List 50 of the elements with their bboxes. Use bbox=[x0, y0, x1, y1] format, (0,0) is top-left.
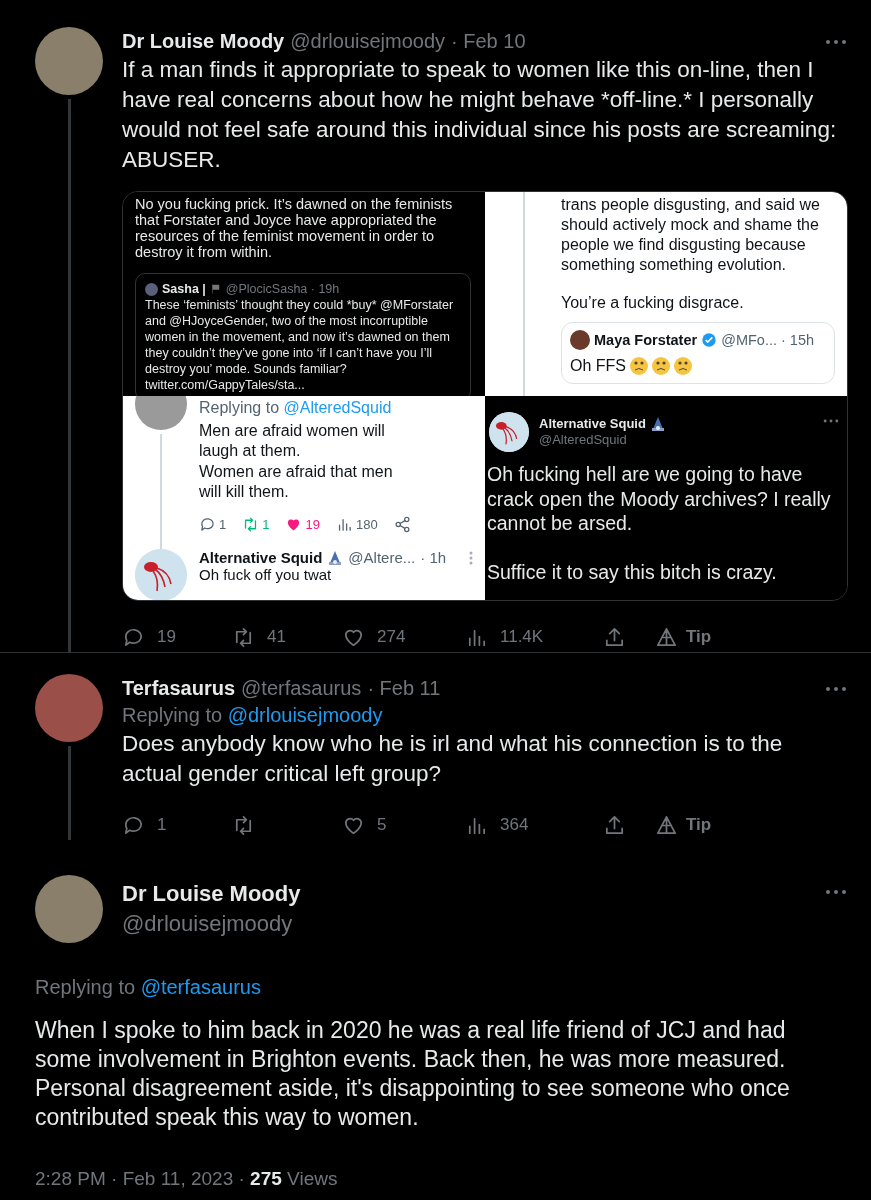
quoted-post-text: These ‘feminists’ thought they could *buy* @MForstater and @HJoyceGender, two of the most incorruptible women in the movement, and now it’s dawned on them they couldn’t they’ve gone into ‘if I can’t have you I’ll destroy you’ mode. Sounds familiar? twitter.com/GappyTales/sta... bbox=[145, 297, 455, 393]
user-name: Alternative Squid bbox=[539, 416, 646, 432]
mention-link[interactable]: @terfasaurus bbox=[140, 976, 261, 998]
user-handle: @AlteredSquid bbox=[539, 432, 628, 448]
post-text: Does anybody know who he is irl and what his connection is to the actual gender critical left group? bbox=[122, 730, 784, 788]
replying-line: Replying to @terfasaurus bbox=[35, 976, 262, 999]
tip-button[interactable]: Tip bbox=[655, 625, 735, 649]
post-text: Men are afraid women will laugh at them. Women are afraid that men will kill them. bbox=[199, 420, 394, 502]
user-handle: @PlocicSasha · 19h bbox=[225, 281, 340, 297]
user-name: Sasha | bbox=[162, 281, 206, 297]
user-handle: @MFo... bbox=[721, 331, 777, 350]
user-handle: @terfasaurus bbox=[241, 677, 362, 700]
retweet-button[interactable]: 41 bbox=[232, 625, 342, 649]
post-text: If a man finds it appropriate to speak to women like this on-line, then I have real concerns about how he might behave *off-line.* I personally would not feel safe around this individual since his posts are screaming: ABUSER. bbox=[122, 56, 838, 174]
user-handle: @drlouisejmoody bbox=[290, 30, 446, 53]
post-date: · Feb 10 bbox=[451, 30, 526, 53]
user-name: Maya Forstater bbox=[594, 331, 698, 350]
reply-button[interactable]: 19 bbox=[122, 625, 232, 649]
user-handle: @drlouisejmoody bbox=[122, 911, 294, 937]
tip-button[interactable]: Tip bbox=[655, 813, 735, 837]
like-button[interactable]: 274 bbox=[342, 625, 465, 649]
post-meta: 2:28 PM · Feb 11, 2023 · 275 Views bbox=[35, 1168, 339, 1190]
views-stat[interactable]: 180 bbox=[335, 514, 378, 535]
views-button[interactable]: 364 bbox=[465, 813, 603, 837]
mention-link[interactable]: @drlouisejmoody bbox=[227, 704, 383, 726]
user-name: Alternative Squid bbox=[199, 549, 323, 566]
user-name: Dr Louise Moody bbox=[122, 30, 285, 53]
replying-line: Replying to @drlouisejmoody bbox=[122, 704, 384, 727]
user-name: Dr Louise Moody bbox=[122, 881, 302, 907]
post-date: · Feb 11 bbox=[367, 677, 441, 700]
mention-link[interactable]: @AlteredSquid bbox=[283, 399, 392, 416]
user-handle: @Altere... bbox=[348, 549, 416, 566]
post-text: You’re a fucking disgrace. bbox=[561, 293, 745, 313]
post-text: Oh fucking hell are we going to have crack open the Moody archives? I really cannot be arsed. bbox=[487, 462, 832, 536]
quoted-post-text: Oh FFS bbox=[570, 356, 626, 376]
post-text: No you fucking prick. It’s dawned on the feminists that Forstater and Joyce have appropriated the resources of the feminist movement in order to destroy it from within. bbox=[135, 196, 454, 260]
reply-text: Oh fuck off you twat bbox=[199, 566, 333, 583]
like-stat[interactable]: 19 bbox=[285, 514, 320, 535]
like-button[interactable]: 5 bbox=[342, 813, 465, 837]
post-text: trans people disgusting, and said we should actively mock and shame the people we find disgusting because something something evolution. bbox=[561, 195, 821, 275]
post-time: · 15h bbox=[780, 331, 815, 350]
retweet-stat[interactable]: 1 bbox=[242, 514, 270, 535]
user-name: Terfasaurus bbox=[122, 677, 235, 700]
post-text: When I spoke to him back in 2020 he was a real life friend of JCJ and had some involvement in Brighton events. Back then, he was more measured. Personal disagreement aside, it's disappointing to see someone who once contributed speak this way to women. bbox=[35, 1016, 791, 1132]
post-text: Suffice it to say this bitch is crazy. bbox=[487, 559, 778, 584]
views-button[interactable]: 11.4K bbox=[465, 625, 603, 649]
post-time: · 1h bbox=[420, 549, 447, 566]
reply-button[interactable]: 1 bbox=[122, 813, 232, 837]
replying-line: Replying to @AlteredSquid bbox=[199, 398, 393, 418]
reply-stat[interactable]: 1 bbox=[199, 514, 227, 535]
